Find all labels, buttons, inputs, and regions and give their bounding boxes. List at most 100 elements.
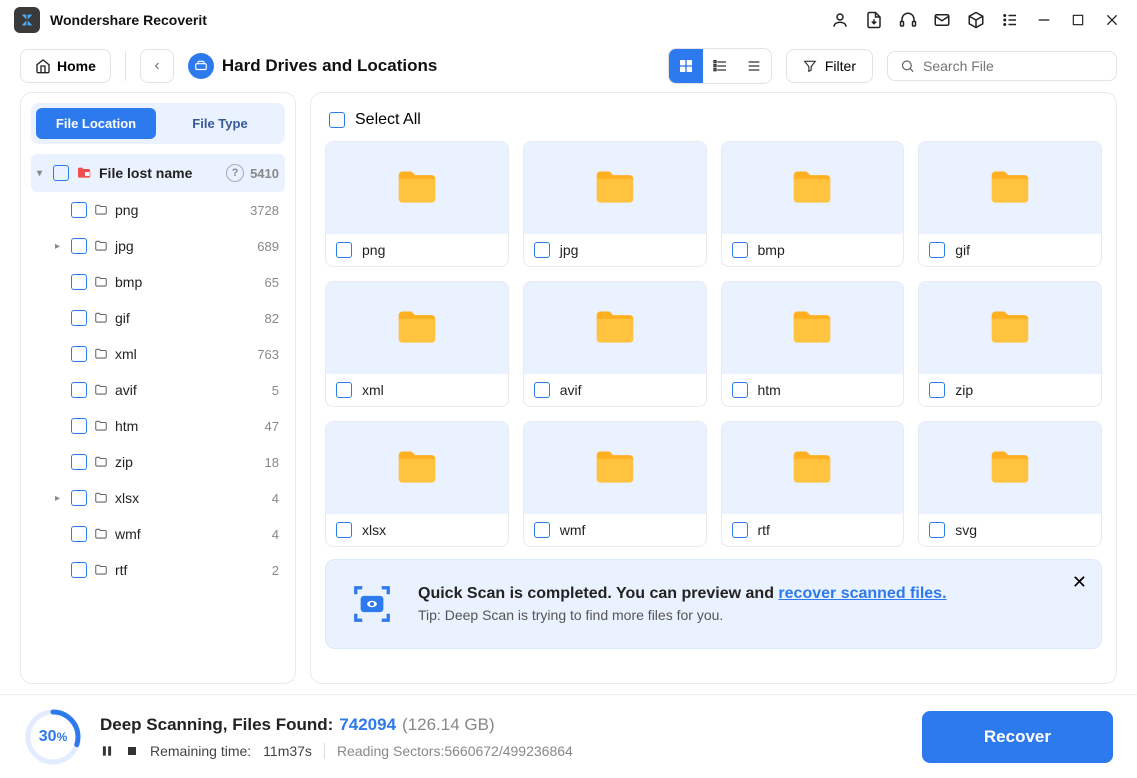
tree-item[interactable]: avif5 [31,372,285,408]
tree-item-name: rtf [115,562,266,578]
checkbox[interactable] [71,562,87,578]
back-button[interactable] [140,49,174,83]
box-icon[interactable] [965,9,987,31]
folder-card[interactable]: rtf [721,421,905,547]
filter-button[interactable]: Filter [786,49,873,83]
folder-card[interactable]: xlsx [325,421,509,547]
checkbox[interactable] [71,490,87,506]
minimize-icon[interactable] [1033,9,1055,31]
location-breadcrumb[interactable]: Hard Drives and Locations [188,53,437,79]
checkbox[interactable] [71,202,87,218]
tree-item-name: wmf [115,526,266,542]
checkbox[interactable] [336,382,352,398]
tree-root[interactable]: ▾File lost name?5410 [31,154,285,192]
home-button[interactable]: Home [20,49,111,83]
tree-item[interactable]: bmp65 [31,264,285,300]
checkbox[interactable] [929,242,945,258]
headset-icon[interactable] [897,9,919,31]
select-all-checkbox[interactable] [329,112,345,128]
view-menu-button[interactable] [737,49,771,83]
folder-card[interactable]: svg [918,421,1102,547]
help-icon[interactable]: ? [226,164,244,182]
folder-card[interactable]: avif [523,281,707,407]
view-toggle [668,48,772,84]
file-icon[interactable] [863,9,885,31]
checkbox[interactable] [929,382,945,398]
tree-item[interactable]: xml763 [31,336,285,372]
view-grid-button[interactable] [669,49,703,83]
tree-root-name: File lost name [99,165,220,181]
tree-item[interactable]: ▸jpg689 [31,228,285,264]
tree-item-name: jpg [115,238,251,254]
checkbox[interactable] [71,274,87,290]
checkbox[interactable] [732,522,748,538]
checkbox[interactable] [534,382,550,398]
tree-item[interactable]: htm47 [31,408,285,444]
checkbox[interactable] [71,418,87,434]
app-logo-icon [14,7,40,33]
scan-icon [344,576,400,632]
checkbox[interactable] [732,382,748,398]
remaining-label: Remaining time: [150,743,251,759]
user-icon[interactable] [829,9,851,31]
folder-name: wmf [560,522,586,538]
home-label: Home [57,58,96,74]
checkbox[interactable] [53,165,69,181]
mail-icon[interactable] [931,9,953,31]
recover-button[interactable]: Recover [922,711,1113,763]
view-list-button[interactable] [703,49,737,83]
checkbox[interactable] [336,522,352,538]
checkbox[interactable] [71,238,87,254]
folder-icon [524,282,706,374]
folder-name: xml [362,382,384,398]
maximize-icon[interactable] [1067,9,1089,31]
checkbox[interactable] [929,522,945,538]
tab-file-type[interactable]: File Type [160,108,280,139]
checkbox[interactable] [71,454,87,470]
folder-card[interactable]: xml [325,281,509,407]
checkbox[interactable] [534,242,550,258]
folder-card[interactable]: zip [918,281,1102,407]
tree-item-count: 3728 [250,203,279,218]
list-icon[interactable] [999,9,1021,31]
checkbox[interactable] [534,522,550,538]
pause-button[interactable] [100,744,114,758]
banner-close-icon[interactable]: ✕ [1072,572,1087,593]
search-input[interactable] [923,58,1104,74]
checkbox[interactable] [732,242,748,258]
folder-name: xlsx [362,522,386,538]
tree-item[interactable]: ▸xlsx4 [31,480,285,516]
folder-icon [919,422,1101,514]
search-icon [900,58,915,74]
checkbox[interactable] [71,382,87,398]
checkbox[interactable] [71,346,87,362]
tree-item[interactable]: png3728 [31,192,285,228]
folder-card[interactable]: jpg [523,141,707,267]
folder-icon [722,142,904,234]
folder-icon [919,282,1101,374]
divider [125,51,126,81]
stop-button[interactable] [126,745,138,757]
recover-files-link[interactable]: recover scanned files. [778,585,946,602]
search-box[interactable] [887,51,1117,81]
tree-item[interactable]: rtf 2 [31,552,285,588]
tree-item[interactable]: zip18 [31,444,285,480]
folder-card[interactable]: bmp [721,141,905,267]
close-icon[interactable] [1101,9,1123,31]
folder-card[interactable]: png [325,141,509,267]
tree-item-count: 2 [272,563,279,578]
folder-icon [919,142,1101,234]
location-label: Hard Drives and Locations [222,56,437,76]
tree-item[interactable]: gif82 [31,300,285,336]
folder-card[interactable]: wmf [523,421,707,547]
folder-card[interactable]: gif [918,141,1102,267]
scan-complete-banner: Quick Scan is completed. You can preview… [325,559,1102,649]
checkbox[interactable] [336,242,352,258]
tree-item[interactable]: wmf4 [31,516,285,552]
app-title: Wondershare Recoverit [50,12,207,28]
folder-card[interactable]: htm [721,281,905,407]
tree-item-count: 47 [265,419,279,434]
checkbox[interactable] [71,310,87,326]
tab-file-location[interactable]: File Location [36,108,156,139]
checkbox[interactable] [71,526,87,542]
